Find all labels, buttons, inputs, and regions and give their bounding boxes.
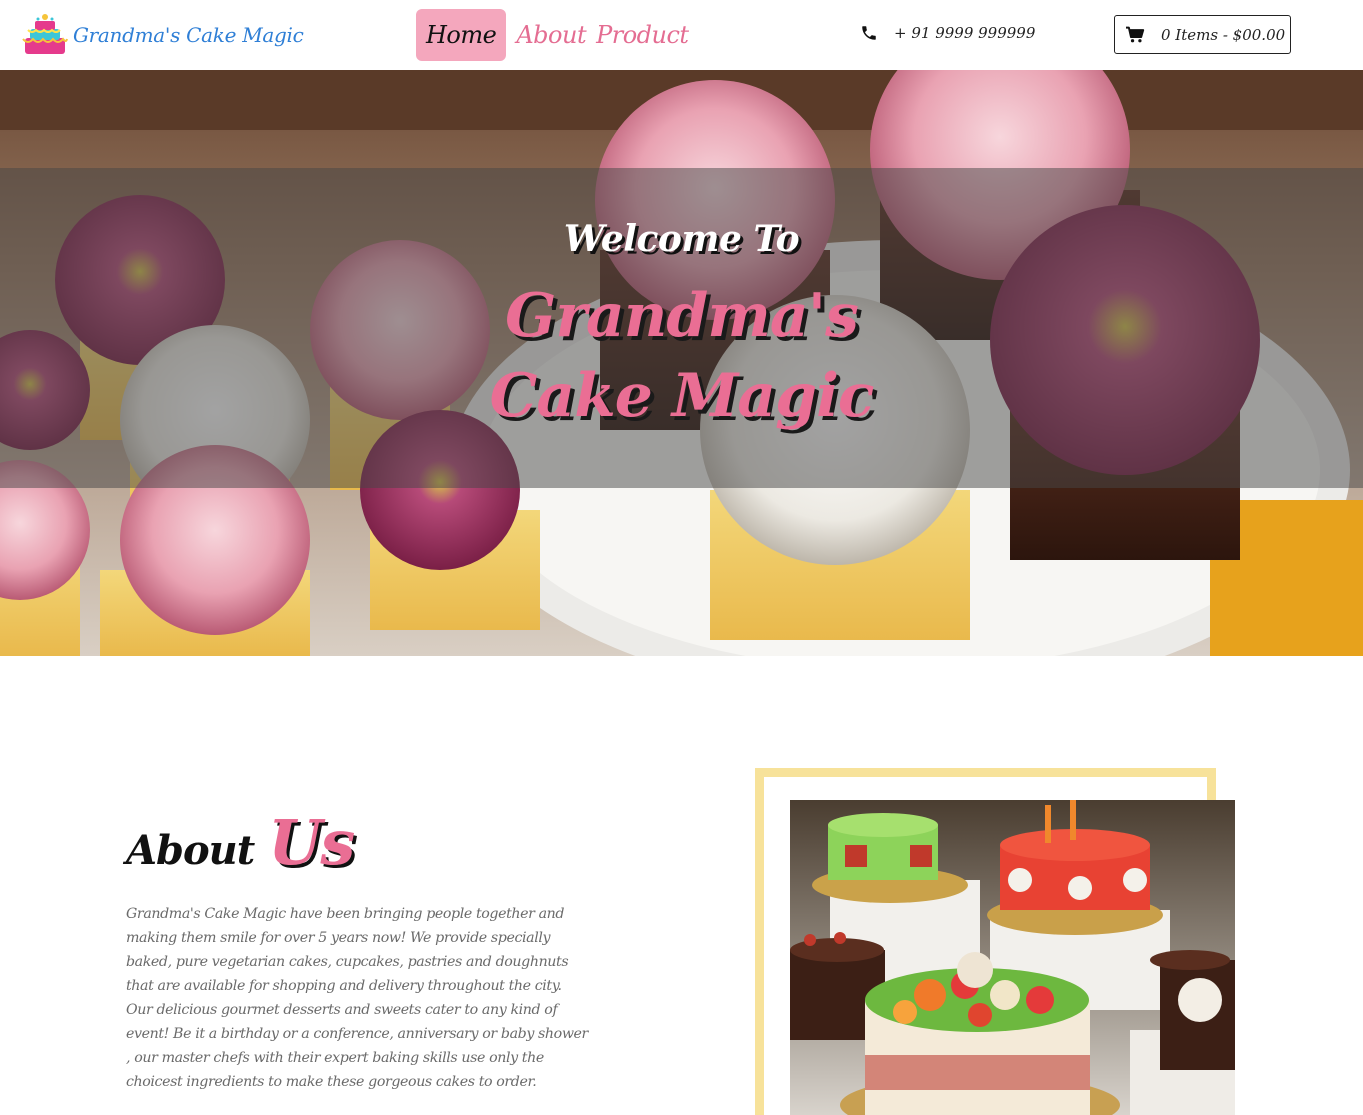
- brand-link[interactable]: Grandma's Cake Magic: [20, 12, 304, 58]
- hero-banner: Welcome To Grandma's Cake Magic: [0, 70, 1363, 656]
- phone-contact[interactable]: + 91 9999 999999: [860, 24, 1035, 42]
- nav-product[interactable]: Product: [596, 9, 698, 61]
- cakes-photo: [790, 800, 1235, 1115]
- about-heading-word2: Us: [268, 806, 355, 879]
- about-heading: About Us: [126, 806, 355, 879]
- phone-number: + 91 9999 999999: [894, 24, 1036, 42]
- about-description: Grandma's Cake Magic have been bringing …: [126, 906, 588, 1090]
- hero-title: Grandma's Cake Magic: [0, 276, 1363, 436]
- cart-icon: [1126, 26, 1145, 42]
- main-nav: Home About Product: [416, 9, 699, 61]
- brand-name: Grandma's Cake Magic: [73, 23, 304, 47]
- about-section: About Us Grandma's Cake Magic have been …: [0, 656, 1363, 1115]
- cake-logo-icon: [22, 14, 68, 54]
- about-heading-word1: About: [126, 827, 255, 874]
- hero-welcome: Welcome To: [563, 218, 800, 260]
- nav-home[interactable]: Home: [416, 9, 507, 61]
- navbar: Grandma's Cake Magic Home About Product …: [0, 0, 1363, 70]
- cart-button[interactable]: 0 Items - $00.00: [1114, 15, 1291, 54]
- hero-title-line1: Grandma's: [505, 281, 859, 351]
- nav-about[interactable]: About: [506, 9, 596, 61]
- cart-summary: 0 Items - $00.00: [1161, 25, 1286, 44]
- phone-icon: [862, 26, 876, 40]
- hero-title-line2: Cake Magic: [489, 361, 875, 431]
